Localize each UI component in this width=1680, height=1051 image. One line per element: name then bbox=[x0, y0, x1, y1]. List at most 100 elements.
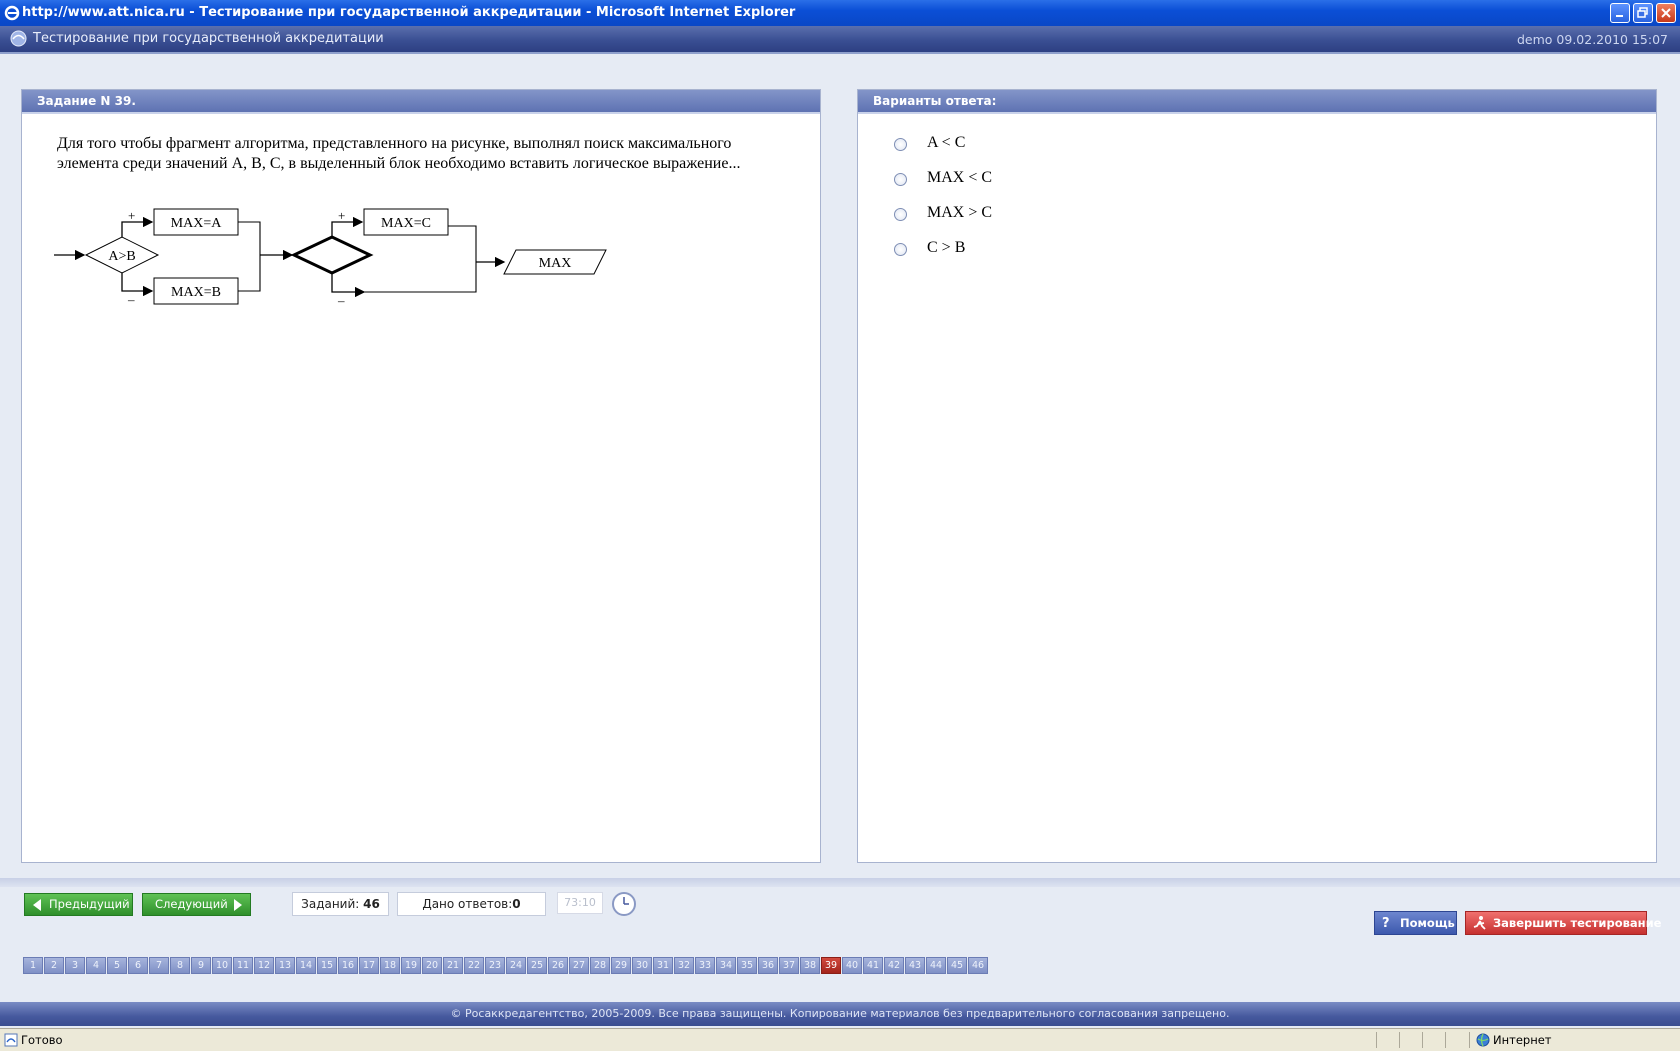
previous-button[interactable]: Предыдущий bbox=[24, 893, 133, 916]
window-title-bar: http://www.att.nica.ru - Тестирование пр… bbox=[0, 0, 1680, 26]
page-button-13[interactable]: 13 bbox=[275, 957, 295, 974]
running-man-icon bbox=[1473, 916, 1486, 930]
finish-test-label: Завершить тестирование bbox=[1493, 916, 1662, 930]
tasks-count: 46 bbox=[363, 897, 380, 911]
restore-icon bbox=[1637, 7, 1648, 18]
page-button-33[interactable]: 33 bbox=[695, 957, 715, 974]
page-button-6[interactable]: 6 bbox=[128, 957, 148, 974]
plus-sign-1: + bbox=[128, 208, 135, 223]
page-button-11[interactable]: 11 bbox=[233, 957, 253, 974]
page-button-21[interactable]: 21 bbox=[443, 957, 463, 974]
page-button-19[interactable]: 19 bbox=[401, 957, 421, 974]
page-button-36[interactable]: 36 bbox=[758, 957, 778, 974]
page-button-12[interactable]: 12 bbox=[254, 957, 274, 974]
page-button-28[interactable]: 28 bbox=[590, 957, 610, 974]
page-button-10[interactable]: 10 bbox=[212, 957, 232, 974]
question-pager: 1 2 3 4 5 6 7 8 9 10 11 12 13 14 15 16 17 18 19 20 21 22 23 24 2… bbox=[23, 957, 989, 975]
condition-label: A>B bbox=[108, 249, 135, 264]
header-divider bbox=[0, 52, 1680, 54]
finish-test-button[interactable]: Завершить тестирование bbox=[1465, 911, 1661, 935]
page-button-27[interactable]: 27 bbox=[569, 957, 589, 974]
page-button-38[interactable]: 38 bbox=[800, 957, 820, 974]
page-button-46[interactable]: 46 bbox=[968, 957, 988, 974]
page-button-41[interactable]: 41 bbox=[863, 957, 883, 974]
page-button-14[interactable]: 14 bbox=[296, 957, 316, 974]
minimize-button[interactable] bbox=[1610, 3, 1630, 23]
page-button-2[interactable]: 2 bbox=[44, 957, 64, 974]
answer-label-2[interactable]: MAX < C bbox=[927, 169, 992, 187]
answer-radio-3[interactable] bbox=[894, 208, 907, 221]
page-button-35[interactable]: 35 bbox=[737, 957, 757, 974]
page-button-26[interactable]: 26 bbox=[548, 957, 568, 974]
page-button-20[interactable]: 20 bbox=[422, 957, 442, 974]
page-button-15[interactable]: 15 bbox=[317, 957, 337, 974]
page-button-5[interactable]: 5 bbox=[107, 957, 127, 974]
assign-max-c-label: MAX=C bbox=[381, 216, 431, 231]
answered-count-box: Дано ответов:0 bbox=[397, 892, 546, 916]
app-title: Тестирование при государственной аккреди… bbox=[33, 31, 384, 46]
tasks-label: Заданий: bbox=[301, 897, 360, 911]
page-button-34[interactable]: 34 bbox=[716, 957, 736, 974]
question-panel: Задание N 39. Для того чтобы фрагмент ал… bbox=[21, 89, 821, 863]
next-button-label: Следующий bbox=[155, 897, 228, 911]
page-button-18[interactable]: 18 bbox=[380, 957, 400, 974]
answer-radio-1[interactable] bbox=[894, 138, 907, 151]
page-button-8[interactable]: 8 bbox=[170, 957, 190, 974]
status-separator bbox=[1445, 1032, 1446, 1048]
status-text: Готово bbox=[21, 1033, 63, 1047]
previous-button-label: Предыдущий bbox=[49, 897, 130, 911]
plus-sign-2: + bbox=[338, 208, 345, 223]
branch-minus-2 bbox=[331, 273, 366, 298]
page-button-24[interactable]: 24 bbox=[506, 957, 526, 974]
page-button-32[interactable]: 32 bbox=[674, 957, 694, 974]
arrow-left-icon bbox=[33, 899, 41, 911]
answer-label-4[interactable]: C > B bbox=[927, 239, 965, 257]
answer-label-3[interactable]: MAX > C bbox=[927, 204, 992, 222]
page-button-1[interactable]: 1 bbox=[23, 957, 43, 974]
output-max-label: MAX bbox=[539, 256, 572, 271]
page-button-39[interactable]: 39 bbox=[821, 957, 841, 974]
assign-max-a-label: MAX=A bbox=[171, 216, 223, 231]
status-separator bbox=[1376, 1032, 1377, 1048]
browser-status-bar: Готово Интернет bbox=[0, 1028, 1680, 1051]
copyright-text: © Росаккредагентство, 2005-2009. Все пра… bbox=[450, 1007, 1230, 1020]
next-button[interactable]: Следующий bbox=[142, 893, 251, 916]
page-button-42[interactable]: 42 bbox=[884, 957, 904, 974]
answer-radio-2[interactable] bbox=[894, 173, 907, 186]
answer-radio-4[interactable] bbox=[894, 243, 907, 256]
close-button[interactable] bbox=[1656, 3, 1676, 23]
close-icon bbox=[1661, 8, 1671, 18]
page-button-16[interactable]: 16 bbox=[338, 957, 358, 974]
page-button-4[interactable]: 4 bbox=[86, 957, 106, 974]
page-button-44[interactable]: 44 bbox=[926, 957, 946, 974]
page-button-17[interactable]: 17 bbox=[359, 957, 379, 974]
help-button-label: Помощь bbox=[1400, 916, 1455, 930]
footer: © Росаккредагентство, 2005-2009. Все пра… bbox=[0, 1002, 1680, 1026]
page-button-40[interactable]: 40 bbox=[842, 957, 862, 974]
page-button-45[interactable]: 45 bbox=[947, 957, 967, 974]
window-title: http://www.att.nica.ru - Тестирование пр… bbox=[22, 5, 796, 20]
branch-minus-1 bbox=[121, 273, 154, 297]
answer-label-1[interactable]: A < C bbox=[927, 134, 965, 152]
branch-plus-2 bbox=[331, 216, 364, 237]
algorithm-flowchart: A>B + MAX=A – MAX=B + MAX=C – MAX bbox=[54, 208, 607, 308]
answers-panel-header: Варианты ответа: bbox=[858, 90, 1656, 114]
status-separator bbox=[1469, 1032, 1470, 1048]
page-button-43[interactable]: 43 bbox=[905, 957, 925, 974]
arrow-right-icon bbox=[234, 899, 242, 911]
page-button-22[interactable]: 22 bbox=[464, 957, 484, 974]
maximize-button[interactable] bbox=[1633, 3, 1653, 23]
page-button-7[interactable]: 7 bbox=[149, 957, 169, 974]
help-button[interactable]: ? Помощь bbox=[1374, 911, 1457, 935]
page-button-23[interactable]: 23 bbox=[485, 957, 505, 974]
page-button-9[interactable]: 9 bbox=[191, 957, 211, 974]
page-button-25[interactable]: 25 bbox=[527, 957, 547, 974]
page-button-29[interactable]: 29 bbox=[611, 957, 631, 974]
page-button-3[interactable]: 3 bbox=[65, 957, 85, 974]
page-button-37[interactable]: 37 bbox=[779, 957, 799, 974]
page-button-30[interactable]: 30 bbox=[632, 957, 652, 974]
app-logo-icon bbox=[10, 30, 27, 47]
page-button-31[interactable]: 31 bbox=[653, 957, 673, 974]
bottom-bar-divider bbox=[0, 878, 1680, 887]
minimize-icon bbox=[1616, 15, 1623, 17]
